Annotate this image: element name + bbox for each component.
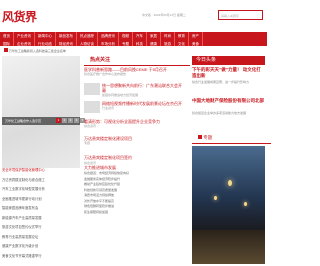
nav-link[interactable]: 汽车 (133, 32, 146, 40)
hot-item[interactable]: 万达贵宾楼定制化建设项目 专题 (84, 136, 184, 145)
hot-item[interactable]: 看清形势：可视化分析全面提升企业竞争力 综合资讯 (84, 119, 184, 128)
list-item[interactable]: 旅游文化项目签约仪式举行 (2, 223, 82, 233)
slider-dot[interactable]: 2 (62, 118, 67, 123)
section-icon (198, 135, 202, 139)
nav-link[interactable]: 新闻中心 (35, 32, 55, 40)
nav-link[interactable]: 房产 (189, 32, 202, 40)
list-item[interactable]: 万达贵宾楼定制化与综合施工 (2, 176, 82, 186)
today-headline[interactable]: 下午的彩天天“做”力量！ 动文化打造出新 (192, 67, 265, 79)
hero-slider-image[interactable] (2, 56, 80, 168)
nav-group: 房产 美食 (189, 32, 203, 46)
list-item[interactable]: 汽车工业数字化转型发展分析 (2, 185, 82, 195)
nav-group: 家居 健康 (147, 32, 161, 46)
list-item[interactable]: 安全环境保护智能化管理中心 (2, 166, 82, 176)
list-item[interactable]: 健康产业数字化升级计划 (2, 242, 82, 252)
nav-group: 首页 国际 (0, 32, 14, 46)
nav-group: 时尚 旅游 (161, 32, 175, 46)
hot-item[interactable]: 统一思想聚新共向前行：广东潮汕联合大会开幕 加强协同推进地方经济发展 (102, 83, 184, 97)
zhuanti-image-ground (192, 230, 265, 264)
slider-dots: 12345 (56, 118, 85, 123)
nav-group: 热点追踪 人物访谈 (77, 32, 98, 46)
main-nav: 首页 国际 产业资讯 企业资讯 新闻中心 行业动态 新品发布 财经资讯 热点追踪 人物访谈 品牌资讯… (0, 32, 267, 46)
today-section-title: 今日头条 (192, 56, 265, 65)
nav-group: 教育 文化 (175, 32, 189, 46)
nav-link[interactable]: 热点追踪 (77, 32, 97, 40)
slider-dot[interactable]: 1 (56, 118, 61, 123)
nav-link[interactable]: 家居 (147, 32, 160, 40)
slider-dot[interactable]: 3 (68, 118, 73, 123)
nav-group: 新闻中心 行业动态 (35, 32, 56, 46)
nav-group: 新品发布 财经资讯 (56, 32, 77, 46)
middle-news-list: 万达贵宾楼定制化项目签约 综合资讯 大力推进城市发展 综合报道：市场经济持续恢复… (84, 155, 188, 215)
news-ticker[interactable]: 万华化工战略新闻入选科技第三批企业名单 (0, 46, 267, 53)
hot-thumbnail[interactable] (84, 101, 100, 113)
nav-group: 品牌资讯 市场分析 (98, 32, 119, 46)
hot-thumbnail[interactable] (84, 83, 100, 95)
nav-group: 产业资讯 企业资讯 (14, 32, 35, 46)
list-item[interactable]: 教育行业高质量发展论坛 (2, 233, 82, 243)
zhuanti-label: 专题 (203, 135, 213, 140)
left-news-list: 安全环境保护智能化管理中心 万达贵宾楼定制化与综合施工 汽车工业数字化转型发展分析全… (2, 166, 82, 261)
nav-group: 视频 专题 (119, 32, 133, 46)
nav-link[interactable]: 时尚 (161, 32, 174, 40)
list-item[interactable]: 智能家居品牌年度发布会 (2, 204, 82, 214)
hot-item[interactable]: 网络短视频传播新时代发展前景论坛在京召开 行业资讯 (102, 101, 184, 110)
today-headline[interactable]: 中国大地财产保险股份有限公司北部 (192, 98, 265, 104)
nav-link[interactable]: 品牌资讯 (98, 32, 118, 40)
date-info: 中文版 · 2024年05月14日 星期二 (142, 13, 186, 17)
nav-link[interactable]: 视频 (119, 32, 132, 40)
nav-link[interactable]: 产业资讯 (14, 32, 34, 40)
ticker-text: 万华化工战略新闻入选科技第三批企业名单 (8, 49, 66, 53)
list-item[interactable]: 美食文化节开幕式隆重举行 (2, 252, 82, 262)
hot-item[interactable]: 医学科普新思路——目前风挽CEME 于5月召开 综合医疗推广合作中心发布报告 (84, 67, 184, 76)
today-summary: 综合行业发展成果显著，进一步提升影响力 (192, 80, 250, 84)
slider-dot[interactable]: 4 (74, 118, 79, 123)
nav-link[interactable]: 新品发布 (56, 32, 76, 40)
zhuanti-section-title: 专题 (192, 135, 271, 144)
nav-group: 汽车 科技 (133, 32, 147, 46)
nav-link[interactable]: 首页 (0, 32, 13, 40)
zhuanti-image-light (214, 196, 217, 200)
zhuanti-image-light (228, 180, 232, 186)
ticker-icon (4, 48, 8, 52)
zhuanti-image-light (244, 202, 247, 206)
site-logo[interactable]: 风货界 (2, 8, 42, 26)
today-summary: 综合报道企业举办多项活动助力地方发展 (192, 111, 247, 115)
list-item[interactable]: 全面推进城市更新行动计划 (2, 195, 82, 205)
search-input[interactable]: 请输入关键字 (218, 10, 263, 20)
hot-section-title: 热点关注 (84, 56, 190, 66)
nav-link[interactable]: 教育 (175, 32, 188, 40)
list-item[interactable]: 民生保障持续加强 (84, 210, 188, 216)
list-item[interactable]: 新能源汽车产业高质量发展 (2, 214, 82, 224)
